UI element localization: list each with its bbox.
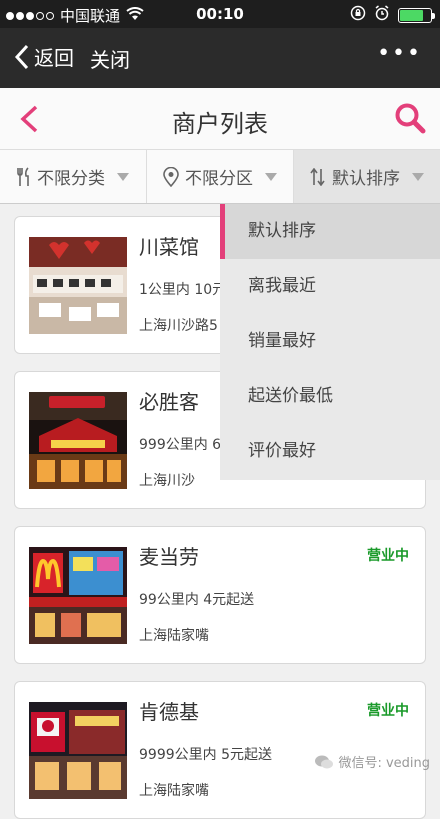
- battery-fill: [400, 9, 423, 21]
- merchant-status: 营业中: [367, 548, 409, 564]
- sort-icon: [310, 167, 325, 186]
- status-bar: 中国联通 00:10: [0, 0, 440, 28]
- dropdown-triangle-icon: [265, 172, 277, 181]
- dropdown-triangle-icon: [117, 172, 129, 181]
- page-title: 商户列表: [172, 110, 268, 138]
- filter-sort[interactable]: 默认排序: [294, 150, 440, 203]
- watermark: 微信号: veding: [314, 752, 430, 771]
- merchant-name: 肯德基: [139, 700, 199, 724]
- merchant-card[interactable]: 肯德基 营业中 9999公里内 5元起送 上海陆家嘴: [14, 681, 426, 819]
- merchant-distance: 9999公里内 5元起送: [139, 747, 272, 763]
- chevron-left-icon: [14, 44, 29, 69]
- utensils-icon: [17, 166, 29, 186]
- wechat-nav-bar: 返回 关闭 •••: [0, 28, 440, 88]
- location-pin-icon: [163, 166, 179, 187]
- merchant-card[interactable]: 麦当劳 营业中 99公里内 4元起送 上海陆家嘴: [14, 526, 426, 664]
- merchant-distance: 99公里内 4元起送: [139, 592, 255, 608]
- merchant-address: 上海陆家嘴: [139, 783, 209, 799]
- filter-sort-label: 默认排序: [332, 169, 400, 189]
- filter-district[interactable]: 不限分区: [147, 150, 294, 203]
- merchant-photo: [29, 547, 127, 644]
- merchant-address: 上海川沙路5: [139, 318, 218, 334]
- dropdown-triangle-icon: [412, 172, 424, 181]
- wechat-back-button[interactable]: 返回: [14, 42, 74, 71]
- sort-option-best-rated[interactable]: 评价最好: [220, 424, 440, 479]
- filter-bar: 不限分类 不限分区 默认排序: [0, 150, 440, 204]
- wechat-close-button[interactable]: 关闭: [90, 44, 130, 73]
- merchant-photo: [29, 702, 127, 799]
- merchant-address: 上海陆家嘴: [139, 628, 209, 644]
- search-icon[interactable]: [394, 102, 426, 138]
- merchant-address: 上海川沙: [139, 473, 195, 489]
- rotation-lock-icon: [350, 5, 366, 25]
- wechat-logo-icon: [315, 755, 334, 768]
- sort-option-best-selling[interactable]: 销量最好: [220, 314, 440, 369]
- battery-icon: [398, 7, 435, 23]
- watermark-text: 微信号: veding: [338, 756, 430, 771]
- merchant-name: 麦当劳: [139, 545, 199, 569]
- merchant-photo: [29, 392, 127, 489]
- sort-option-nearest[interactable]: 离我最近: [220, 259, 440, 314]
- more-options-icon[interactable]: •••: [377, 41, 422, 66]
- filter-district-label: 不限分区: [185, 169, 253, 189]
- filter-category-label: 不限分类: [37, 169, 105, 189]
- merchant-name: 川菜馆: [139, 235, 199, 259]
- filter-category[interactable]: 不限分类: [0, 150, 147, 203]
- merchant-status: 营业中: [367, 703, 409, 719]
- sort-dropdown: 默认排序 离我最近 销量最好 起送价最低 评价最好: [220, 204, 440, 480]
- wechat-back-label: 返回: [34, 46, 74, 70]
- page-header: 商户列表: [0, 88, 440, 150]
- merchant-photo: [29, 237, 127, 334]
- status-right: [350, 5, 435, 25]
- alarm-icon: [374, 5, 390, 25]
- sort-option-lowest-minimum[interactable]: 起送价最低: [220, 369, 440, 424]
- merchant-name: 必胜客: [139, 390, 199, 414]
- sort-option-default[interactable]: 默认排序: [220, 204, 440, 259]
